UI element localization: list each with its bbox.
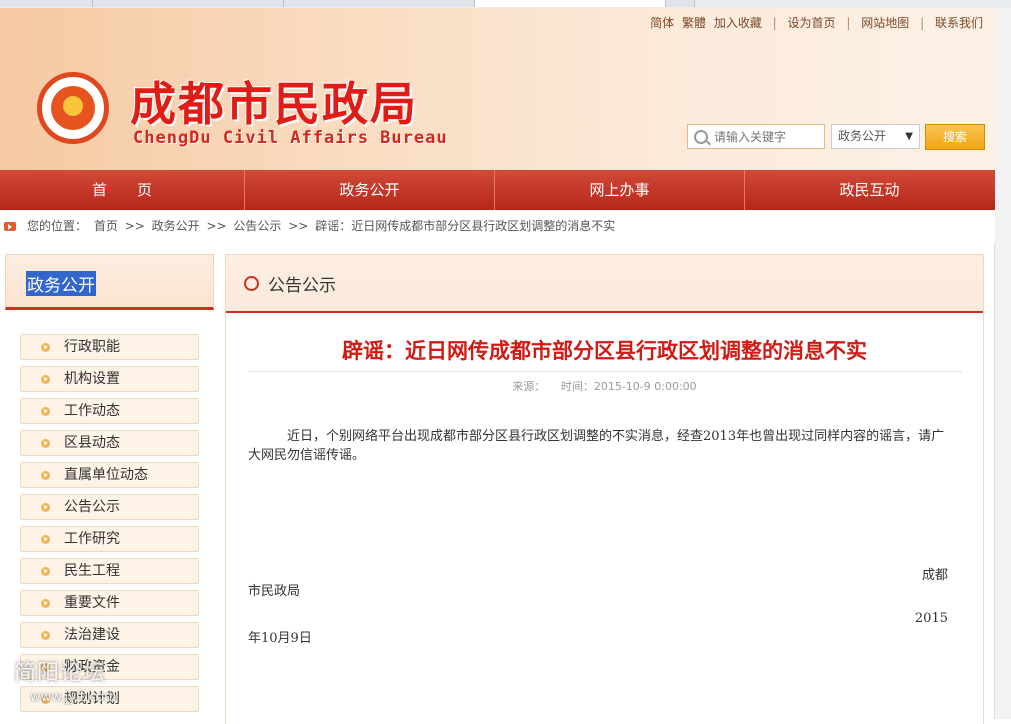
- breadcrumb-sep: >>: [288, 219, 309, 233]
- circle-icon: [244, 276, 259, 291]
- browser-tab-active[interactable]: [475, 0, 666, 7]
- nav-item-home[interactable]: 首 页: [0, 170, 245, 210]
- article-body: 近日，个别网络平台出现成都市部分区县行政区划调整的不实消息，经查2013年也曾出…: [248, 429, 945, 463]
- date-line: 年10月9日: [248, 631, 312, 646]
- sidebar-item[interactable]: 行政职能: [20, 334, 199, 360]
- link-traditional[interactable]: 繁體: [682, 16, 706, 30]
- link-contact[interactable]: 联系我们: [935, 16, 983, 30]
- page-scrollbar[interactable]: [994, 8, 1011, 719]
- sidebar-item-label: 民生工程: [64, 563, 120, 579]
- section-title: 公告公示: [268, 276, 336, 296]
- breadcrumb-sep: >>: [124, 219, 145, 233]
- divider: |: [920, 16, 925, 30]
- browser-tab[interactable]: [284, 0, 475, 7]
- signature-line: 成都: [921, 568, 948, 583]
- search-scope-value: 政务公开: [838, 129, 887, 143]
- article-time: 时间：2015-10-9 0:00:00: [560, 380, 697, 393]
- sidebar-item-label: 直属单位动态: [64, 467, 148, 483]
- breadcrumb-gov-affairs[interactable]: 政务公开: [152, 219, 200, 233]
- article-title: 辟谣：近日网传成都市部分区县行政区划调整的消息不实: [342, 338, 867, 363]
- sidebar-item[interactable]: 法治建设: [20, 622, 199, 648]
- sidebar-item[interactable]: 重要文件: [20, 590, 199, 616]
- sidebar-item-label: 重要文件: [64, 595, 120, 611]
- sidebar-item[interactable]: 工作研究: [20, 526, 199, 552]
- divider: |: [846, 16, 851, 30]
- sidebar-item-label: 工作研究: [64, 531, 120, 547]
- sidebar-item[interactable]: 民生工程: [20, 558, 199, 584]
- sidebar-item-label: 工作动态: [64, 403, 120, 419]
- browser-tab[interactable]: [93, 0, 284, 7]
- browser-tab[interactable]: [0, 0, 93, 7]
- link-set-homepage[interactable]: 设为首页: [788, 16, 836, 30]
- search-box[interactable]: [687, 124, 825, 149]
- sidebar-header: 政务公开: [5, 254, 214, 310]
- sidebar-item-label: 区县动态: [64, 435, 120, 451]
- sidebar-item[interactable]: 直属单位动态: [20, 462, 199, 488]
- location-arrow-icon: [4, 222, 16, 231]
- article-meta: 来源： 时间：2015-10-9 0:00:00: [226, 378, 983, 394]
- search-icon: [694, 130, 708, 144]
- nav-item-gov-affairs[interactable]: 政务公开: [245, 170, 495, 210]
- sidebar-item-label: 机构设置: [64, 371, 120, 387]
- arrow-bullet-icon: [41, 599, 50, 608]
- section-header: 公告公示: [226, 255, 983, 313]
- sidebar-title: 政务公开: [26, 271, 96, 296]
- breadcrumb-sep: >>: [206, 219, 227, 233]
- arrow-bullet-icon: [41, 631, 50, 640]
- arrow-bullet-icon: [41, 471, 50, 480]
- breadcrumb-current: 辟谣：近日网传成都市部分区县行政区划调整的消息不实: [315, 219, 616, 233]
- main-nav: 首 页 政务公开 网上办事 政民互动: [0, 170, 995, 210]
- link-simplified[interactable]: 简体: [650, 16, 674, 30]
- sidebar-item[interactable]: 公告公示: [20, 494, 199, 520]
- site-title: 成都市民政局: [130, 77, 418, 131]
- sidebar-item-label: 公告公示: [64, 499, 120, 515]
- nav-item-interaction[interactable]: 政民互动: [745, 170, 994, 210]
- arrow-bullet-icon: [41, 343, 50, 352]
- article-panel: 公告公示 辟谣：近日网传成都市部分区县行政区划调整的消息不实 来源： 时间：20…: [225, 254, 984, 724]
- search-scope-select[interactable]: 政务公开 ▼: [831, 124, 920, 149]
- search-button[interactable]: 搜索: [925, 124, 985, 150]
- link-add-favorite[interactable]: 加入收藏: [714, 16, 762, 30]
- arrow-bullet-icon: [41, 407, 50, 416]
- link-sitemap[interactable]: 网站地图: [861, 16, 909, 30]
- watermark-url: www.jylt.com: [30, 690, 117, 705]
- top-links: 简体 繁體 加入收藏 | 设为首页 | 网站地图 | 联系我们: [648, 14, 985, 31]
- breadcrumb-home[interactable]: 首页: [94, 219, 118, 233]
- breadcrumb: 您的位置： 首页 >> 政务公开 >> 公告公示 >> 辟谣：近日网传成都市部分…: [0, 210, 995, 242]
- breadcrumb-prefix: 您的位置：: [27, 219, 88, 233]
- sidebar: 政务公开 行政职能 机构设置 工作动态 区县动态 直属单位动态 公告公示 工作研…: [5, 254, 214, 724]
- arrow-bullet-icon: [41, 535, 50, 544]
- watermark-logo: 简阳论坛: [14, 661, 107, 686]
- breadcrumb-announcements[interactable]: 公告公示: [233, 219, 281, 233]
- site-header: 简体 繁體 加入收藏 | 设为首页 | 网站地图 | 联系我们 成都市民政局 C…: [0, 8, 995, 170]
- signature-line: 市民政局: [248, 584, 301, 599]
- arrow-bullet-icon: [41, 567, 50, 576]
- sidebar-item[interactable]: 工作动态: [20, 398, 199, 424]
- article-source: 来源：: [512, 380, 546, 393]
- date-line: 2015: [914, 611, 948, 626]
- divider: [248, 371, 961, 372]
- browser-new-tab[interactable]: [666, 0, 695, 7]
- nav-item-online-services[interactable]: 网上办事: [495, 170, 745, 210]
- arrow-bullet-icon: [41, 503, 50, 512]
- divider: |: [772, 16, 777, 30]
- sidebar-item[interactable]: 区县动态: [20, 430, 199, 456]
- sidebar-item[interactable]: 机构设置: [20, 366, 199, 392]
- arrow-bullet-icon: [41, 375, 50, 384]
- chevron-down-icon: ▼: [905, 131, 913, 142]
- bureau-logo-icon[interactable]: [37, 72, 109, 144]
- site-subtitle: ChengDu Civil Affairs Bureau: [133, 128, 448, 148]
- search-input[interactable]: [712, 127, 824, 147]
- sidebar-item-label: 行政职能: [64, 339, 120, 355]
- arrow-bullet-icon: [41, 439, 50, 448]
- sidebar-item-label: 法治建设: [64, 627, 120, 643]
